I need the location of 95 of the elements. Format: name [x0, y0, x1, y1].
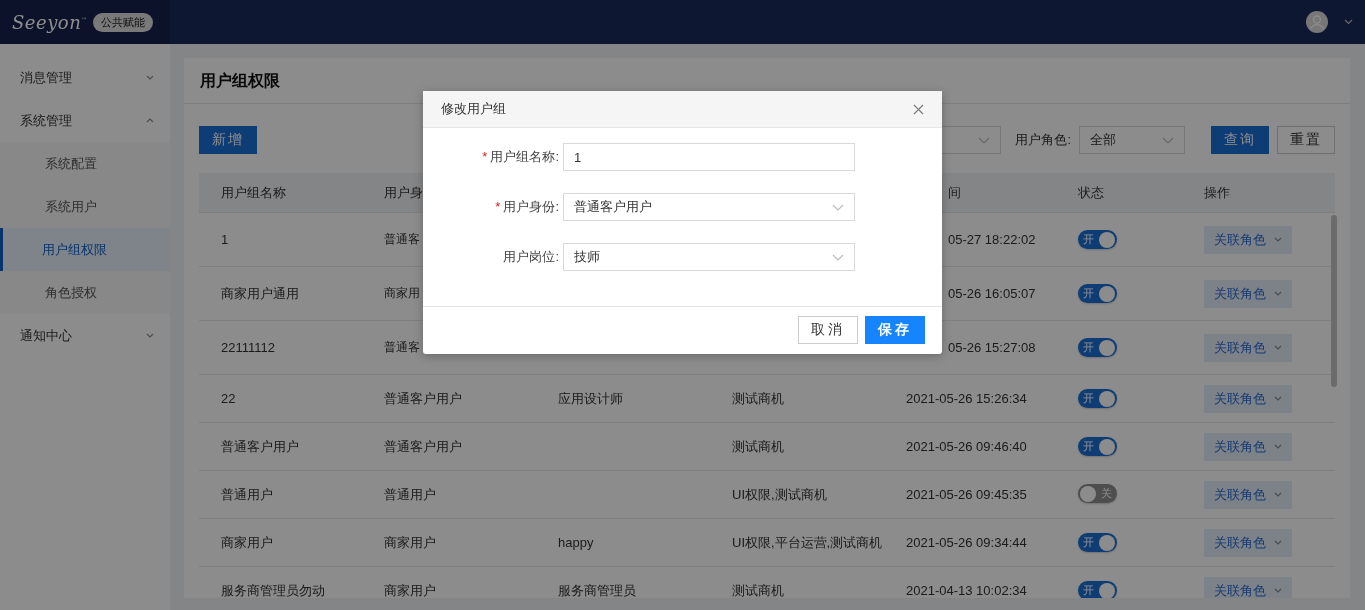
table-cell: 测试商机 [732, 438, 784, 454]
table-cell: 2021-05-26 09:45:35 [906, 487, 1027, 502]
text-field[interactable]: 1 [563, 143, 855, 171]
table-cell: UI权限,测试商机 [732, 486, 827, 502]
collapse-caret-icon [146, 118, 154, 123]
product-badge: 公共赋能 [92, 12, 153, 32]
caret-icon [1274, 540, 1282, 545]
status-toggle[interactable]: 开 [1078, 284, 1117, 303]
table-cell: 2021-04-13 10:02:34 [906, 583, 1027, 598]
menu-group[interactable]: 通知中心 [0, 314, 170, 357]
link-role-button[interactable]: 关联角色 [1204, 432, 1292, 461]
close-icon[interactable] [913, 103, 924, 115]
table-cell: 普通用户 [221, 486, 273, 502]
table-cell: 应用设计师 [558, 390, 623, 406]
table-cell: 普通客户用户 [221, 438, 299, 454]
menu-item[interactable]: 用户组权限 [0, 228, 170, 271]
status-toggle[interactable]: 开 [1078, 338, 1117, 357]
table-cell: UI权限,平台运营,测试商机 [732, 534, 883, 550]
field-label: 用户组名称: [490, 149, 559, 164]
table-cell: 2021-05-26 09:34:44 [906, 535, 1027, 550]
table-cell: 22 [221, 391, 236, 406]
menu-item[interactable]: 系统用户 [0, 185, 170, 228]
table-cell: 商家用户 [384, 534, 436, 550]
status-toggle[interactable]: 开 [1078, 581, 1117, 598]
reset-button[interactable]: 重置 [1277, 126, 1335, 154]
caret-icon [1274, 492, 1282, 497]
caret-icon [832, 253, 844, 261]
column-header: 状态 [1078, 184, 1104, 200]
link-role-button[interactable]: 关联角色 [1204, 279, 1292, 308]
caret-icon [1274, 444, 1282, 449]
link-role-button[interactable]: 关联角色 [1204, 225, 1292, 254]
column-header: 间 [948, 184, 961, 200]
expand-caret-icon [146, 75, 154, 80]
caret-icon [1274, 237, 1282, 242]
caret-icon [978, 136, 991, 144]
caret-icon[interactable] [1344, 19, 1353, 25]
required-mark: * [495, 199, 501, 214]
table-cell: 商家用 [384, 286, 420, 300]
menu-group[interactable]: 系统管理 [0, 99, 170, 142]
caret-icon [1274, 291, 1282, 296]
table-cell: 普通客户用户 [384, 390, 462, 406]
caret-icon [1162, 136, 1174, 144]
table-cell: 普通客 [384, 340, 420, 354]
column-header: 用户身 [384, 184, 423, 200]
select-field[interactable]: 普通客户用户 [563, 193, 855, 221]
table-cell: 测试商机 [732, 582, 784, 598]
table-cell: 普通客户用户 [384, 438, 462, 454]
link-role-button[interactable]: 关联角色 [1204, 528, 1292, 557]
required-mark: * [482, 149, 488, 164]
table-cell: 05-26 16:05:07 [948, 286, 1036, 301]
expand-caret-icon [146, 333, 154, 338]
caret-icon [1274, 345, 1282, 350]
link-role-button[interactable]: 关联角色 [1204, 576, 1292, 598]
table-cell: 商家用户 [221, 534, 273, 550]
table-cell: 2021-05-26 09:46:40 [906, 439, 1027, 454]
select-field[interactable]: 技师 [563, 243, 855, 271]
caret-icon [832, 203, 844, 211]
table-cell: 05-27 18:22:02 [948, 232, 1036, 247]
field-label: 用户身份: [503, 199, 559, 214]
table-cell: 普通用户 [384, 486, 436, 502]
caret-icon [1274, 588, 1282, 593]
status-toggle[interactable]: 开 [1078, 533, 1117, 552]
add-button[interactable]: 新增 [199, 126, 257, 154]
link-role-button[interactable]: 关联角色 [1204, 480, 1292, 509]
query-button[interactable]: 查询 [1211, 126, 1269, 154]
filter-label: 用户角色: [1015, 131, 1071, 149]
caret-icon [1274, 396, 1282, 401]
status-toggle[interactable]: 开 [1078, 437, 1117, 456]
menu-group[interactable]: 消息管理 [0, 56, 170, 99]
logo: Seeyon$^{™}$ [12, 11, 88, 33]
table-cell: 05-26 15:27:08 [948, 340, 1036, 355]
role-select[interactable]: 全部 [1079, 126, 1185, 154]
table-cell: 服务商管理员 [558, 582, 636, 598]
table-cell: 1 [221, 232, 229, 247]
save-button[interactable]: 保存 [865, 316, 925, 344]
table-cell: 服务商管理员勿动 [221, 582, 325, 598]
table-cell: 测试商机 [732, 390, 784, 406]
scrollbar[interactable] [1331, 215, 1337, 387]
status-toggle[interactable]: 开 [1078, 389, 1117, 408]
menu-item[interactable]: 系统配置 [0, 142, 170, 185]
cancel-button[interactable]: 取消 [798, 316, 858, 344]
status-toggle[interactable]: 开 [1078, 230, 1117, 249]
link-role-button[interactable]: 关联角色 [1204, 384, 1292, 413]
avatar-icon[interactable] [1306, 11, 1328, 33]
column-header: 操作 [1204, 184, 1230, 200]
link-role-button[interactable]: 关联角色 [1204, 333, 1292, 362]
column-header: 用户组名称 [221, 184, 286, 200]
table-cell: 商家用户通用 [221, 285, 299, 301]
table-cell: 商家用户 [384, 582, 436, 598]
menu-item[interactable]: 角色授权 [0, 271, 170, 314]
table-cell: 22111112 [221, 340, 275, 355]
table-cell: 2021-05-26 15:26:34 [906, 391, 1027, 406]
table-cell: happy [558, 535, 594, 550]
table-cell: 普通客 [384, 232, 420, 246]
field-label: 用户岗位: [503, 249, 559, 264]
